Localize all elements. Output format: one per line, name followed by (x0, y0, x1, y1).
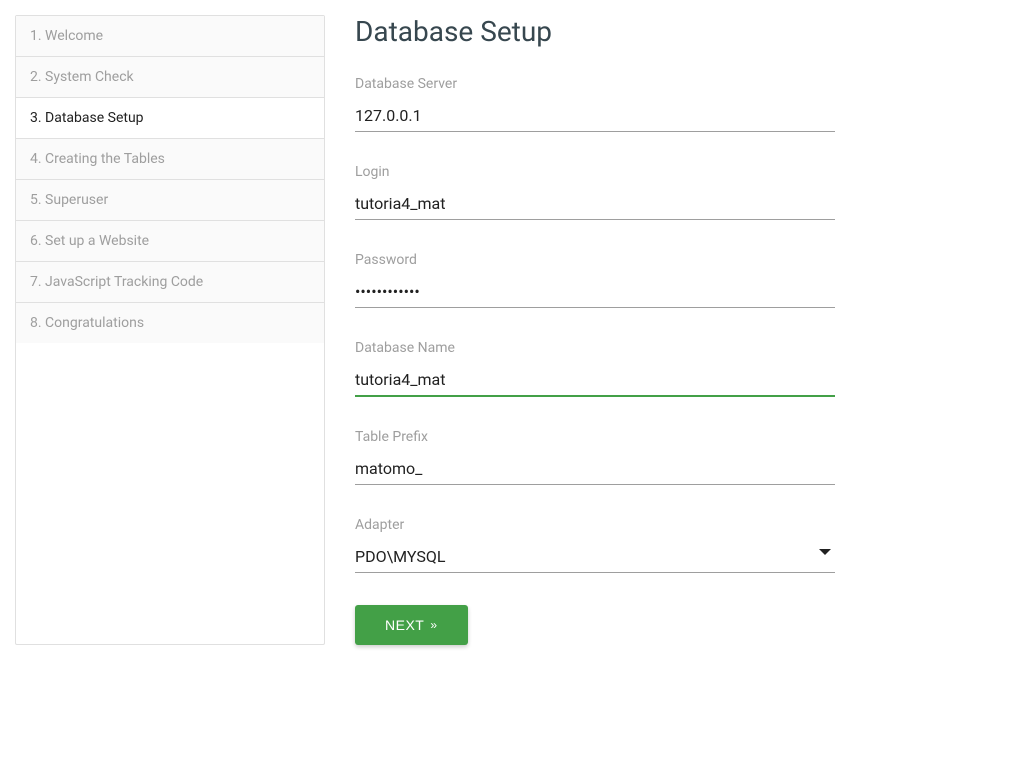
select-adapter-value: PDO\MYSQL (355, 541, 835, 573)
input-password[interactable] (355, 276, 835, 308)
chevron-down-icon (819, 549, 831, 555)
sidebar-item-label: 3. Database Setup (30, 110, 144, 126)
main-content: Database Setup Database Server Login Pas… (355, 15, 835, 645)
label-table-prefix: Table Prefix (355, 429, 835, 445)
sidebar-item-system-check[interactable]: 2. System Check (16, 57, 324, 98)
field-table-prefix: Table Prefix (355, 429, 835, 485)
sidebar-item-label: 8. Congratulations (30, 315, 144, 331)
sidebar-item-label: 7. JavaScript Tracking Code (30, 274, 203, 290)
sidebar-item-js-tracking[interactable]: 7. JavaScript Tracking Code (16, 262, 324, 303)
sidebar-item-superuser[interactable]: 5. Superuser (16, 180, 324, 221)
sidebar-item-setup-website[interactable]: 6. Set up a Website (16, 221, 324, 262)
select-adapter[interactable]: PDO\MYSQL (355, 541, 835, 573)
sidebar-item-label: 2. System Check (30, 69, 134, 85)
setup-steps-sidebar: 1. Welcome 2. System Check 3. Database S… (15, 15, 325, 645)
input-db-name[interactable] (355, 364, 835, 397)
field-db-server: Database Server (355, 76, 835, 132)
label-password: Password (355, 252, 835, 268)
field-login: Login (355, 164, 835, 220)
label-login: Login (355, 164, 835, 180)
label-db-name: Database Name (355, 340, 835, 356)
sidebar-item-label: 4. Creating the Tables (30, 151, 165, 167)
field-adapter: Adapter PDO\MYSQL (355, 517, 835, 573)
input-table-prefix[interactable] (355, 453, 835, 485)
sidebar-item-congratulations[interactable]: 8. Congratulations (16, 303, 324, 343)
sidebar-item-database-setup[interactable]: 3. Database Setup (16, 98, 324, 139)
field-db-name: Database Name (355, 340, 835, 397)
sidebar-item-label: 5. Superuser (30, 192, 108, 208)
label-adapter: Adapter (355, 517, 835, 533)
arrow-right-icon: » (430, 618, 437, 632)
next-button-label: NEXT (385, 617, 424, 633)
sidebar-item-welcome[interactable]: 1. Welcome (16, 16, 324, 57)
input-db-server[interactable] (355, 100, 835, 132)
next-button[interactable]: NEXT » (355, 605, 468, 645)
sidebar-item-label: 1. Welcome (30, 28, 103, 44)
field-password: Password (355, 252, 835, 308)
input-login[interactable] (355, 188, 835, 220)
label-db-server: Database Server (355, 76, 835, 92)
sidebar-item-creating-tables[interactable]: 4. Creating the Tables (16, 139, 324, 180)
page-title: Database Setup (355, 15, 835, 48)
sidebar-item-label: 6. Set up a Website (30, 233, 149, 249)
